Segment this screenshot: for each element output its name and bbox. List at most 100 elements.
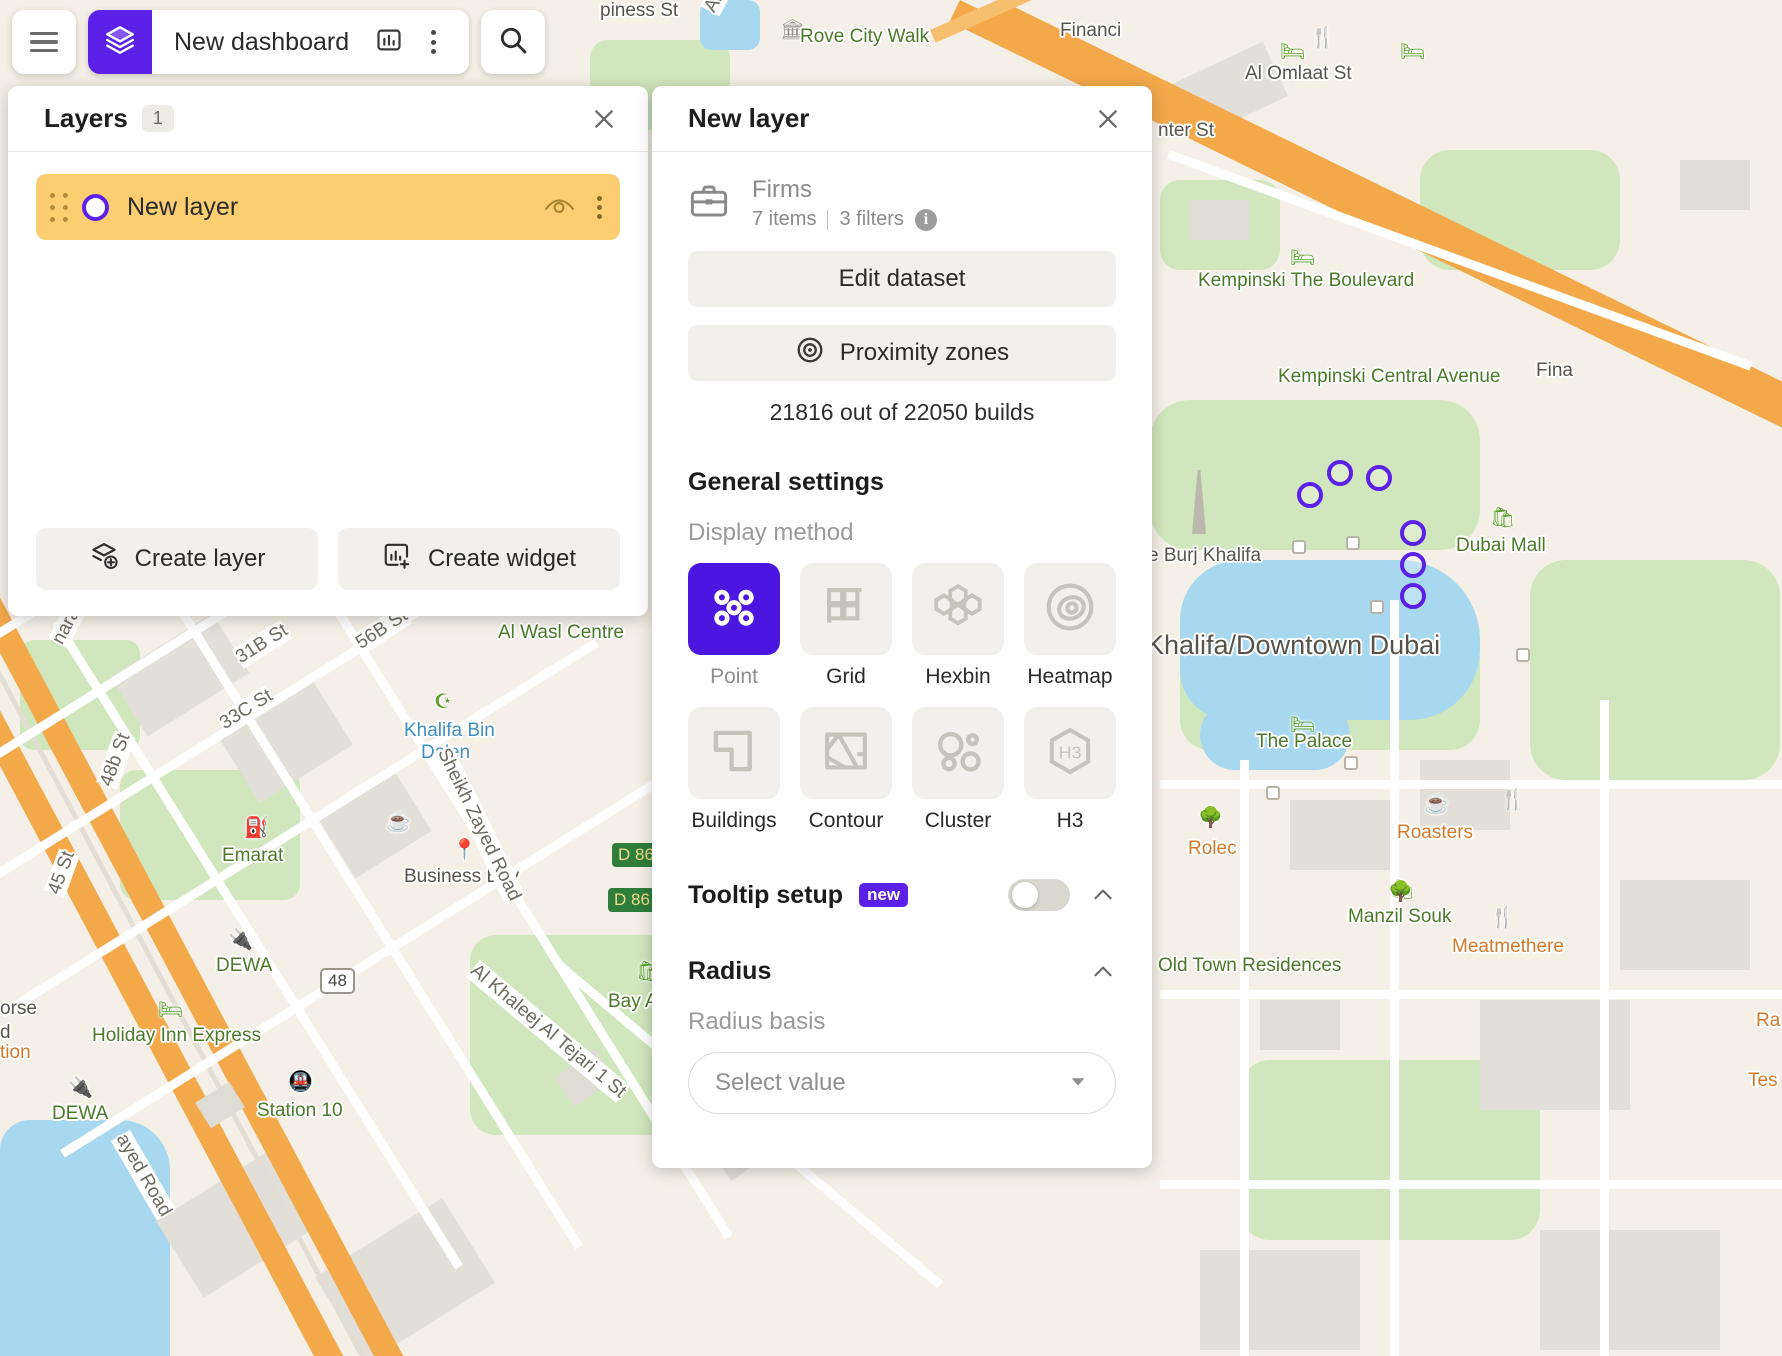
radius-collapse-button[interactable] xyxy=(1090,959,1116,985)
display-method-tile[interactable] xyxy=(1024,563,1116,655)
display-method-heatmap[interactable]: Heatmap xyxy=(1024,563,1116,689)
display-method-point[interactable]: Point xyxy=(688,563,780,689)
map-data-marker[interactable] xyxy=(1297,482,1323,508)
dataset-summary: Firms 7 items 3 filters i xyxy=(688,176,1116,231)
edit-dataset-button[interactable]: Edit dataset xyxy=(688,251,1116,307)
display-method-label: Hexbin xyxy=(925,665,991,688)
proximity-zones-button[interactable]: Proximity zones xyxy=(688,325,1116,381)
layers-logo-icon xyxy=(103,23,137,62)
display-method-h3[interactable]: H3 H3 xyxy=(1024,707,1116,833)
display-method-grid[interactable]: Grid xyxy=(800,563,892,689)
display-method-tile[interactable] xyxy=(688,707,780,799)
map-water xyxy=(1180,560,1480,720)
display-method-label: H3 xyxy=(1056,809,1084,832)
map-water xyxy=(1200,700,1350,770)
display-method-contour[interactable]: Contour xyxy=(800,707,892,833)
display-method-label: Cluster xyxy=(924,809,992,832)
display-method-buildings[interactable]: Buildings xyxy=(688,707,780,833)
map-data-marker[interactable] xyxy=(1400,583,1426,609)
map-building xyxy=(1260,1000,1340,1050)
tooltip-setup-collapse-button[interactable] xyxy=(1090,882,1116,908)
divider xyxy=(827,209,829,230)
display-method-label: Buildings xyxy=(691,809,777,832)
circle-outline-icon xyxy=(82,193,109,221)
dashboard-bar: New dashboard xyxy=(88,10,470,74)
display-method-tile[interactable]: H3 xyxy=(1024,707,1116,799)
display-method-tile[interactable] xyxy=(800,707,892,799)
display-method-hexbin[interactable]: Hexbin xyxy=(912,563,1004,689)
map-route-shield: 48 xyxy=(320,968,355,994)
menu-button[interactable] xyxy=(12,10,76,74)
widgets-button[interactable] xyxy=(367,20,411,64)
create-layer-label: Create layer xyxy=(134,545,266,572)
dataset-items-count: 7 items xyxy=(752,208,817,230)
contour-icon xyxy=(817,722,875,785)
display-method-tile[interactable] xyxy=(912,707,1004,799)
proximity-zones-label: Proximity zones xyxy=(839,339,1010,366)
top-toolbar: New dashboard xyxy=(12,10,546,74)
create-widget-button[interactable]: Create widget xyxy=(338,528,620,590)
drag-handle-icon[interactable] xyxy=(50,192,68,222)
map-block xyxy=(1200,1250,1360,1350)
layers-panel: Layers 1 New layer Create layer Create w… xyxy=(8,86,648,616)
map-street xyxy=(1600,700,1609,1356)
display-method-tile[interactable] xyxy=(912,563,1004,655)
map-street xyxy=(1240,760,1249,1356)
dashboard-title[interactable]: New dashboard xyxy=(174,28,349,57)
more-vertical-icon xyxy=(430,30,436,54)
bar-chart-icon xyxy=(375,26,403,59)
points-scatter-icon xyxy=(705,578,763,641)
close-icon xyxy=(1099,109,1117,128)
dashboard-more-button[interactable] xyxy=(411,20,455,64)
h3-hexagon-icon: H3 xyxy=(1041,722,1099,785)
hamburger-menu-icon xyxy=(30,31,58,53)
create-widget-label: Create widget xyxy=(427,545,577,572)
app-logo[interactable] xyxy=(88,10,152,74)
map-data-marker[interactable] xyxy=(1400,520,1426,546)
radius-title: Radius xyxy=(688,957,772,985)
chevron-up-icon xyxy=(1094,889,1112,900)
map-square-marker xyxy=(1516,648,1530,662)
info-icon[interactable]: i xyxy=(914,208,937,231)
map-building xyxy=(1680,160,1750,210)
layer-item-label: New layer xyxy=(127,192,239,221)
map-data-marker[interactable] xyxy=(1366,465,1392,491)
tooltip-setup-title: Tooltip setup xyxy=(688,880,844,909)
display-method-label: Contour xyxy=(808,809,884,832)
map-highway-tag: D 86 xyxy=(608,888,656,912)
map-data-marker[interactable] xyxy=(1400,552,1426,578)
map-block xyxy=(1420,760,1510,830)
radius-basis-select[interactable]: Select value xyxy=(688,1052,1116,1114)
layer-more-button[interactable] xyxy=(597,195,602,219)
display-method-cluster[interactable]: Cluster xyxy=(912,707,1004,833)
dataset-filters-count: 3 filters xyxy=(839,208,904,230)
layer-plus-icon xyxy=(89,541,119,578)
radius-section: Radius xyxy=(688,957,1116,986)
map-green-area xyxy=(1530,560,1780,780)
search-button[interactable] xyxy=(481,10,546,74)
new-layer-close-button[interactable] xyxy=(1088,99,1128,139)
layer-visibility-button[interactable] xyxy=(539,187,579,227)
new-feature-badge: new xyxy=(859,883,909,907)
display-method-tile[interactable] xyxy=(688,563,780,655)
layer-list-item[interactable]: New layer xyxy=(36,174,620,240)
display-method-tile[interactable] xyxy=(800,563,892,655)
map-building xyxy=(1190,200,1250,240)
display-method-label: Heatmap xyxy=(1027,665,1113,688)
general-settings-title: General settings xyxy=(688,468,884,496)
map-street xyxy=(1160,1180,1782,1189)
svg-text:H3: H3 xyxy=(1059,742,1082,762)
layers-panel-header: Layers 1 xyxy=(8,86,648,152)
map-street xyxy=(1160,780,1782,789)
new-layer-body: Firms 7 items 3 filters i Edit dataset P… xyxy=(652,152,1152,1168)
layers-panel-close-button[interactable] xyxy=(584,99,624,139)
create-layer-button[interactable]: Create layer xyxy=(36,528,318,590)
tooltip-setup-toggle[interactable] xyxy=(1008,879,1070,911)
display-method-label: Grid xyxy=(826,665,866,688)
layers-list: New layer xyxy=(8,152,648,528)
display-method-grid: Point Grid Hexbin Heatmap Buildings Contour Cl… xyxy=(688,563,1116,833)
map-data-marker[interactable] xyxy=(1327,460,1353,486)
radius-basis-label: Radius basis xyxy=(688,1008,826,1035)
map-street xyxy=(1390,600,1399,1356)
display-method-label: Point xyxy=(710,665,758,688)
